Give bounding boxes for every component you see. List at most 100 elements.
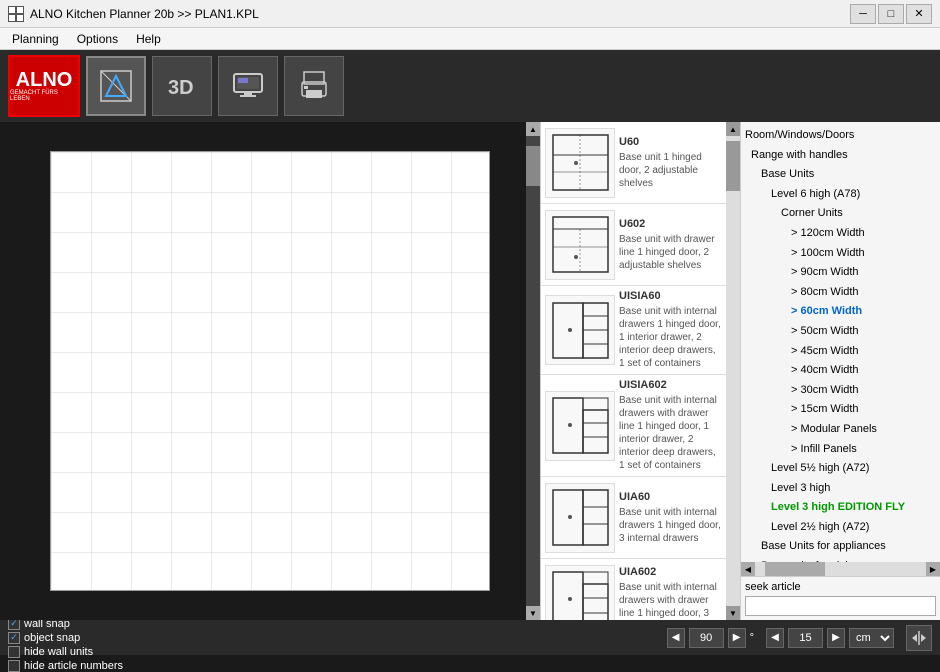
tree-item[interactable]: Level 3 high: [741, 479, 940, 499]
tree-item[interactable]: Range with handles: [741, 146, 940, 166]
tree-item[interactable]: > 15cm Width: [741, 400, 940, 420]
monitor-tool-button[interactable]: [218, 56, 278, 116]
tree-item[interactable]: Level 6 high (A78): [741, 185, 940, 205]
article-info: UISIA602 Base unit with internal drawers…: [619, 379, 722, 472]
article-list-container: U60 Base unit 1 hinged door, 2 adjustabl…: [540, 122, 740, 620]
article-code: UIA602: [619, 566, 722, 578]
article-code: U60: [619, 136, 722, 148]
tree-item[interactable]: > 80cm Width: [741, 283, 940, 303]
tree-item[interactable]: > 90cm Width: [741, 263, 940, 283]
checkbox-indicator: [8, 646, 20, 658]
canvas-scrollbar-v[interactable]: ▲ ▼: [526, 122, 540, 620]
tree-scroll-left[interactable]: ◀: [741, 562, 755, 576]
tree-item[interactable]: > 60cm Width: [741, 302, 940, 322]
article-item[interactable]: UISIA602 Base unit with internal drawers…: [541, 375, 726, 477]
flip-h-button[interactable]: [906, 625, 932, 651]
article-item[interactable]: U602 Base unit with drawer line 1 hinged…: [541, 204, 726, 286]
angle-next-button[interactable]: ▶: [728, 628, 746, 648]
article-item[interactable]: U60 Base unit 1 hinged door, 2 adjustabl…: [541, 122, 726, 204]
checkbox-object-snap[interactable]: object snap: [8, 632, 123, 644]
scroll-up-arrow[interactable]: ▲: [526, 122, 540, 136]
tree-scroll-right[interactable]: ▶: [926, 562, 940, 576]
dist-next-button[interactable]: ▶: [827, 628, 845, 648]
tree-item[interactable]: > 30cm Width: [741, 381, 940, 401]
canvas-inner[interactable]: [50, 151, 490, 591]
draw-tool-button[interactable]: [86, 56, 146, 116]
tree-item[interactable]: > 120cm Width: [741, 224, 940, 244]
article-thumb: [545, 565, 615, 621]
article-item[interactable]: UISIA60 Base unit with internal drawers …: [541, 286, 726, 375]
logo-button[interactable]: ALNO GEMACHT FÜRS LEBEN: [8, 55, 80, 117]
degree-symbol: °: [750, 632, 754, 644]
tree-item[interactable]: > 100cm Width: [741, 244, 940, 264]
minimize-button[interactable]: ─: [850, 4, 876, 24]
title-bar: ALNO Kitchen Planner 20b >> PLAN1.KPL ─ …: [0, 0, 940, 28]
list-scroll-up[interactable]: ▲: [726, 122, 740, 136]
menu-help[interactable]: Help: [128, 30, 169, 48]
tree-item[interactable]: Level 3 high EDITION FLY: [741, 498, 940, 518]
article-thumb: [545, 483, 615, 553]
unit-select[interactable]: cm mm in: [849, 628, 894, 648]
article-desc: Base unit with internal drawers 1 hinged…: [619, 506, 722, 545]
tree-scroll-htrack[interactable]: [755, 562, 926, 576]
article-desc: Base unit with internal drawers with dra…: [619, 581, 722, 620]
article-code: U602: [619, 218, 722, 230]
tree-h-scrollbar[interactable]: ◀ ▶: [741, 562, 940, 576]
canvas-grid: [51, 152, 489, 590]
list-scroll-down[interactable]: ▼: [726, 606, 740, 620]
list-scrollbar[interactable]: ▲ ▼: [726, 122, 740, 620]
checkbox-label: object snap: [24, 632, 80, 644]
canvas-area[interactable]: ▲ ▼: [0, 122, 540, 620]
checkbox-hide-article[interactable]: hide article numbers: [8, 660, 123, 672]
svg-text:3D: 3D: [168, 77, 194, 99]
tree-item[interactable]: Base Units for appliances: [741, 537, 940, 557]
tree-item[interactable]: > Infill Panels: [741, 440, 940, 460]
3d-tool-button[interactable]: 3D: [152, 56, 212, 116]
tree-item[interactable]: Corner Units: [741, 204, 940, 224]
article-code: UIA60: [619, 491, 722, 503]
article-code: UISIA60: [619, 290, 722, 302]
tree-item[interactable]: Level 5½ high (A72): [741, 459, 940, 479]
print-icon: [296, 68, 332, 104]
tree-item[interactable]: > 40cm Width: [741, 361, 940, 381]
menu-bar: Planning Options Help: [0, 28, 940, 50]
tree-scroll-hthumb: [765, 562, 825, 576]
article-thumb: [545, 210, 615, 280]
checkbox-hide-wall[interactable]: hide wall units: [8, 646, 123, 658]
checkbox-label: hide wall units: [24, 646, 93, 658]
tree-item[interactable]: > Modular Panels: [741, 420, 940, 440]
draw-icon: [98, 68, 134, 104]
scroll-down-arrow[interactable]: ▼: [526, 606, 540, 620]
logo-text: ALNO: [16, 70, 73, 90]
maximize-button[interactable]: □: [878, 4, 904, 24]
print-tool-button[interactable]: [284, 56, 344, 116]
close-button[interactable]: ✕: [906, 4, 932, 24]
tree-item[interactable]: Level 2½ high (A72): [741, 518, 940, 538]
tree-item[interactable]: > 50cm Width: [741, 322, 940, 342]
list-scroll-track[interactable]: [726, 136, 740, 606]
angle-prev-button[interactable]: ◀: [667, 628, 685, 648]
app-title: ALNO Kitchen Planner 20b >> PLAN1.KPL: [30, 7, 259, 21]
article-item[interactable]: UIA60 Base unit with internal drawers 1 …: [541, 477, 726, 559]
dist-input[interactable]: [788, 628, 823, 648]
menu-planning[interactable]: Planning: [4, 30, 67, 48]
tree-item[interactable]: > 45cm Width: [741, 342, 940, 362]
article-item[interactable]: UIA602 Base unit with internal drawers w…: [541, 559, 726, 620]
article-thumb: [545, 391, 615, 461]
seek-input[interactable]: [745, 596, 936, 616]
article-items: U60 Base unit 1 hinged door, 2 adjustabl…: [541, 122, 726, 620]
scroll-track[interactable]: [526, 136, 540, 606]
3d-icon: 3D: [164, 68, 200, 104]
article-list: U60 Base unit 1 hinged door, 2 adjustabl…: [540, 122, 726, 620]
menu-options[interactable]: Options: [69, 30, 126, 48]
toolbar: ALNO GEMACHT FÜRS LEBEN 3D: [0, 50, 940, 122]
tree-panel: Room/Windows/DoorsRange with handlesBase…: [740, 122, 940, 620]
article-info: U60 Base unit 1 hinged door, 2 adjustabl…: [619, 136, 722, 190]
tree-item[interactable]: Room/Windows/Doors: [741, 126, 940, 146]
monitor-icon: [230, 68, 266, 104]
article-code: UISIA602: [619, 379, 722, 391]
logo-sub: GEMACHT FÜRS LEBEN: [10, 90, 78, 102]
dist-prev-button[interactable]: ◀: [766, 628, 784, 648]
angle-input[interactable]: [689, 628, 724, 648]
tree-item[interactable]: Base Units: [741, 165, 940, 185]
